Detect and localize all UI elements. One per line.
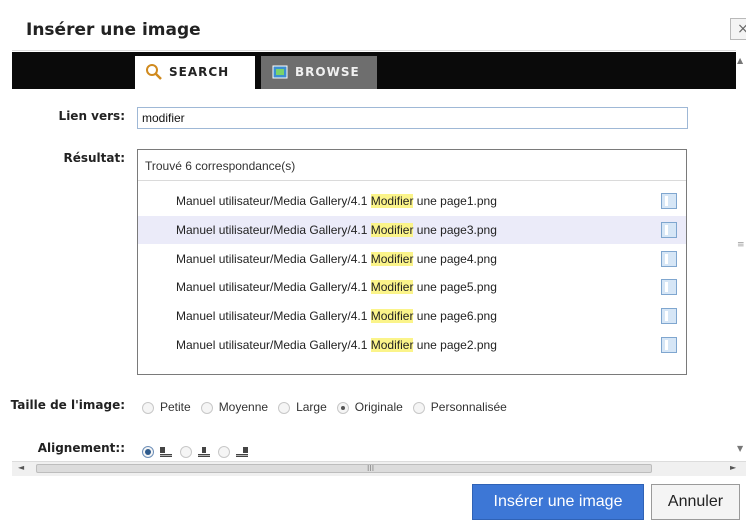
scroll-right-arrow-icon[interactable]: ► [730, 463, 736, 472]
scroll-left-arrow-icon[interactable]: ◄ [18, 463, 24, 472]
result-match-highlight: Modifier [370, 309, 414, 324]
result-match-highlight: Modifier [370, 222, 414, 237]
image-size-options: Petite Moyenne Large Originale Personnalisée [142, 399, 517, 414]
result-match-highlight: Modifier [370, 280, 414, 295]
result-row[interactable]: Manuel utilisateur/Media Gallery/4.1 Mod… [138, 331, 686, 359]
result-row[interactable]: Manuel utilisateur/Media Gallery/4.1 Mod… [138, 302, 686, 330]
result-row[interactable]: Manuel utilisateur/Media Gallery/4.1 Mod… [138, 245, 686, 273]
result-row[interactable]: Manuel utilisateur/Media Gallery/4.1 Mod… [138, 215, 686, 244]
insert-image-dialog: Insérer une image × SEARCH BROWSE ▲ ≡ ▼ … [0, 0, 746, 527]
image-preview-icon[interactable] [661, 337, 677, 353]
result-path-suffix: une page6.png [413, 309, 497, 324]
result-path-prefix: Manuel utilisateur/Media Gallery/4.1 [176, 338, 371, 352]
tab-bar: SEARCH BROWSE [12, 52, 736, 89]
image-size-label: Taille de l'image: [10, 398, 125, 412]
alignment-radio[interactable] [218, 445, 230, 458]
image-preview-icon[interactable] [661, 193, 677, 209]
align-center-icon [198, 446, 210, 457]
result-path-prefix: Manuel utilisateur/Media Gallery/4.1 [176, 280, 371, 295]
results-count: Trouvé 6 correspondance(s) [138, 150, 686, 181]
scroll-down-arrow-icon[interactable]: ▼ [737, 444, 743, 453]
align-left-icon [160, 446, 172, 457]
magnifier-icon [146, 64, 162, 80]
result-path-suffix: une page4.png [413, 251, 497, 266]
cancel-button[interactable]: Annuler [651, 484, 740, 520]
result-path-prefix: Manuel utilisateur/Media Gallery/4.1 [176, 222, 371, 237]
image-preview-icon[interactable] [661, 279, 677, 296]
folder-icon [272, 65, 288, 79]
size-option-label: Large [296, 399, 327, 414]
result-path-suffix: une page3.png [413, 222, 497, 237]
size-option[interactable]: Petite [142, 400, 191, 414]
scroll-grip-icon[interactable]: ≡ [737, 240, 745, 250]
result-row[interactable]: Manuel utilisateur/Media Gallery/4.1 Mod… [138, 187, 686, 215]
result-path-prefix: Manuel utilisateur/Media Gallery/4.1 [176, 194, 371, 208]
result-path-suffix: une page1.png [413, 194, 497, 208]
alignment-options [142, 444, 256, 458]
size-option-label: Petite [160, 399, 191, 414]
size-radio[interactable] [412, 401, 425, 414]
dialog-titlebar: Insérer une image × [12, 0, 746, 51]
result-path-suffix: une page5.png [413, 280, 497, 295]
size-radio[interactable] [142, 401, 154, 414]
result-path-prefix: Manuel utilisateur/Media Gallery/4.1 [176, 251, 371, 266]
results-list: Trouvé 6 correspondance(s) Manuel utilis… [137, 149, 687, 375]
result-path-suffix: une page2.png [413, 338, 497, 352]
size-radio[interactable] [200, 401, 213, 414]
dialog-title: Insérer une image [26, 20, 201, 40]
insert-image-button[interactable]: Insérer une image [472, 484, 644, 520]
link-input[interactable] [137, 107, 688, 129]
tab-search[interactable]: SEARCH [135, 56, 255, 89]
result-path-prefix: Manuel utilisateur/Media Gallery/4.1 [176, 309, 371, 324]
horizontal-scrollbar[interactable]: ◄ III ► [12, 461, 746, 476]
vertical-scrollbar[interactable] [736, 50, 746, 453]
close-button[interactable]: × [730, 18, 746, 40]
size-option[interactable]: Moyenne [200, 399, 269, 414]
tab-browse[interactable]: BROWSE [261, 56, 377, 89]
size-option-label: Personnalisée [430, 399, 507, 414]
link-label: Lien vers: [58, 109, 125, 123]
size-option-label: Originale [354, 399, 403, 414]
tab-search-label: SEARCH [169, 65, 230, 79]
size-option[interactable]: Large [278, 400, 327, 414]
result-match-highlight: Modifier [370, 194, 414, 208]
size-option[interactable]: Originale [336, 399, 403, 414]
image-preview-icon[interactable] [661, 250, 677, 267]
size-radio[interactable] [278, 401, 291, 414]
result-label: Résultat: [63, 151, 125, 165]
image-preview-icon[interactable] [661, 221, 677, 238]
horizontal-scroll-thumb[interactable]: III [36, 464, 652, 473]
tab-browse-label: BROWSE [295, 65, 360, 79]
alignment-label: Alignement:: [37, 441, 125, 455]
size-option-label: Moyenne [218, 399, 269, 414]
scroll-up-arrow-icon[interactable]: ▲ [737, 56, 743, 65]
align-right-icon [236, 446, 248, 457]
result-match-highlight: Modifier [370, 251, 414, 266]
scroll-thumb-grip-icon: III [367, 464, 375, 473]
alignment-radio[interactable] [180, 445, 192, 458]
result-row[interactable]: Manuel utilisateur/Media Gallery/4.1 Mod… [138, 273, 686, 301]
size-option[interactable]: Personnalisée [412, 399, 507, 414]
result-match-highlight: Modifier [370, 338, 414, 352]
image-preview-icon[interactable] [661, 308, 677, 325]
alignment-radio[interactable] [142, 445, 154, 458]
size-radio[interactable] [336, 401, 349, 414]
